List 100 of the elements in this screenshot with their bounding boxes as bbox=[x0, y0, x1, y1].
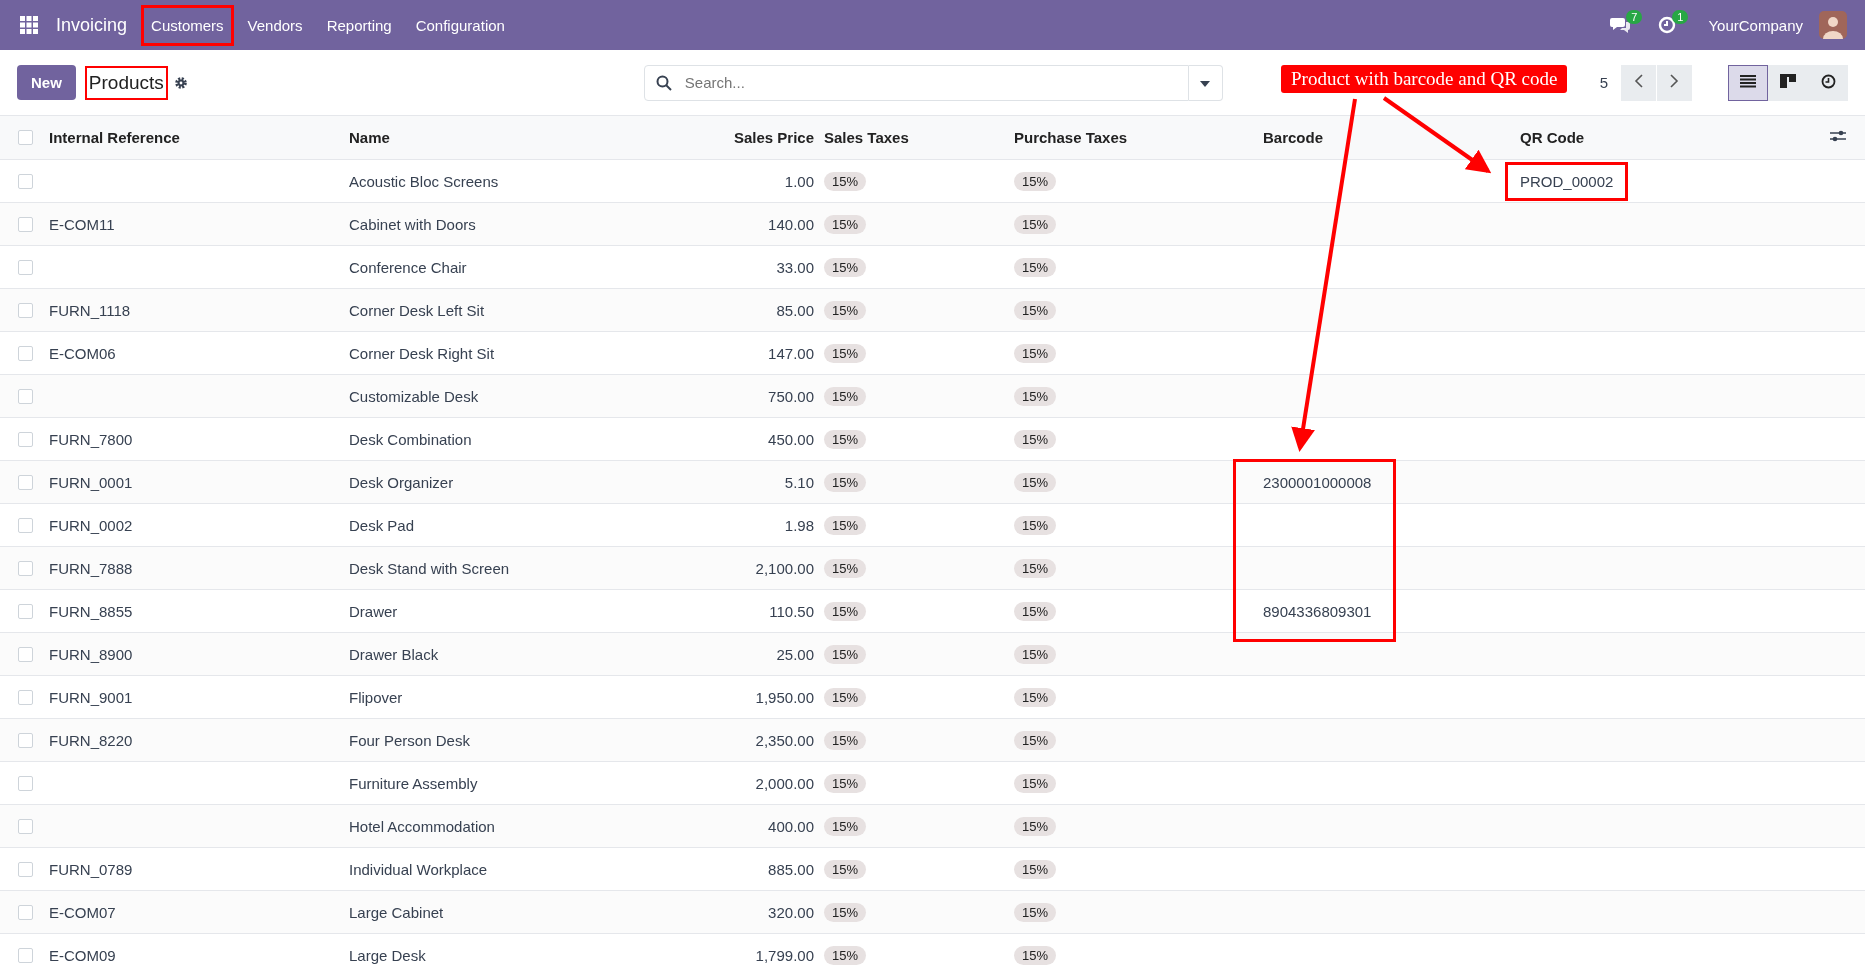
table-cell: 320.00 bbox=[768, 903, 814, 921]
tax-tag: 15% bbox=[1014, 945, 1057, 965]
column-header[interactable]: Barcode bbox=[1263, 129, 1324, 146]
row-checkbox[interactable] bbox=[18, 732, 33, 748]
row-checkbox[interactable] bbox=[18, 818, 33, 834]
table-cell: FURN_7888 bbox=[49, 559, 133, 577]
tax-tag: 15% bbox=[1014, 171, 1057, 191]
row-checkbox[interactable] bbox=[18, 431, 33, 447]
tax-tag: 15% bbox=[1014, 386, 1057, 406]
column-header[interactable]: Purchase Taxes bbox=[1014, 129, 1128, 146]
table-cell: 1.98 bbox=[784, 516, 814, 534]
row-checkbox[interactable] bbox=[18, 259, 33, 275]
kanban-icon bbox=[1780, 74, 1796, 88]
tax-tag: 15% bbox=[1014, 257, 1057, 277]
menu-item[interactable]: Reporting bbox=[316, 4, 402, 46]
table-cell: 2,350.00 bbox=[755, 731, 814, 749]
activities-button[interactable]: 1 bbox=[1646, 10, 1689, 40]
activities-count-badge: 1 bbox=[1672, 10, 1689, 24]
column-header[interactable]: QR Code bbox=[1520, 129, 1585, 146]
row-checkbox[interactable] bbox=[18, 560, 33, 576]
table-cell: Four Person Desk bbox=[349, 731, 470, 749]
tax-tag: 15% bbox=[1014, 300, 1057, 320]
previous-page-button[interactable] bbox=[1621, 64, 1656, 101]
chat-icon bbox=[1610, 16, 1631, 34]
row-checkbox[interactable] bbox=[18, 302, 33, 318]
row-checkbox[interactable] bbox=[18, 689, 33, 705]
table-cell: 2,100.00 bbox=[755, 559, 814, 577]
tax-tag: 15% bbox=[1014, 558, 1057, 578]
table-cell: Large Desk bbox=[349, 946, 426, 964]
avatar-icon[interactable] bbox=[1819, 11, 1847, 39]
row-checkbox[interactable] bbox=[18, 775, 33, 791]
list-view-button[interactable] bbox=[1728, 64, 1768, 101]
menu-item[interactable]: Vendors bbox=[237, 4, 313, 46]
company-name[interactable]: YourCompany bbox=[1708, 16, 1803, 34]
tax-tag: 15% bbox=[824, 558, 867, 578]
row-checkbox[interactable] bbox=[18, 646, 33, 662]
gear-icon[interactable] bbox=[173, 75, 188, 90]
tax-tag: 15% bbox=[824, 816, 867, 836]
next-page-button[interactable] bbox=[1657, 64, 1692, 101]
tax-tag: 15% bbox=[824, 386, 867, 406]
table-cell: 85.00 bbox=[776, 301, 814, 319]
tax-tag: 15% bbox=[824, 472, 867, 492]
chevron-right-icon bbox=[1670, 74, 1679, 88]
table-cell: PROD_00002 bbox=[1520, 172, 1614, 190]
apps-grid-icon[interactable] bbox=[20, 16, 38, 34]
row-checkbox[interactable] bbox=[18, 904, 33, 920]
messages-count-badge: 7 bbox=[1626, 10, 1643, 24]
column-header[interactable]: Sales Taxes bbox=[824, 129, 909, 146]
tax-tag: 15% bbox=[824, 945, 867, 965]
row-checkbox[interactable] bbox=[18, 216, 33, 232]
sliders-icon[interactable] bbox=[1830, 129, 1846, 143]
column-header[interactable]: Internal Reference bbox=[49, 129, 180, 146]
tax-tag: 15% bbox=[824, 730, 867, 750]
messages-button[interactable]: 7 bbox=[1598, 10, 1643, 40]
row-checkbox[interactable] bbox=[18, 947, 33, 963]
table-cell: 2300001000008 bbox=[1263, 473, 1372, 491]
table-cell: Desk Combination bbox=[349, 430, 472, 448]
select-all-checkbox[interactable] bbox=[18, 130, 33, 145]
table-cell: 147.00 bbox=[768, 344, 814, 362]
tax-tag: 15% bbox=[1014, 902, 1057, 922]
search-options-button[interactable] bbox=[1188, 64, 1223, 101]
tax-tag: 15% bbox=[824, 902, 867, 922]
row-checkbox[interactable] bbox=[18, 345, 33, 361]
kanban-view-button[interactable] bbox=[1768, 64, 1808, 101]
row-checkbox[interactable] bbox=[18, 603, 33, 619]
table-cell: 885.00 bbox=[768, 860, 814, 878]
clock-icon bbox=[1820, 73, 1836, 89]
tax-tag: 15% bbox=[1014, 429, 1057, 449]
row-checkbox[interactable] bbox=[18, 861, 33, 877]
new-button[interactable]: New bbox=[17, 65, 76, 100]
clock-icon bbox=[1658, 16, 1677, 34]
tax-tag: 15% bbox=[1014, 472, 1057, 492]
tax-tag: 15% bbox=[824, 515, 867, 535]
table-cell: Drawer Black bbox=[349, 645, 439, 663]
table-cell: Furniture Assembly bbox=[349, 774, 478, 792]
menu-item[interactable]: Customers bbox=[141, 4, 234, 46]
table-cell: Corner Desk Right Sit bbox=[349, 344, 495, 362]
row-checkbox[interactable] bbox=[18, 517, 33, 533]
table-cell: Desk Pad bbox=[349, 516, 415, 534]
menu-item[interactable]: Configuration bbox=[405, 4, 515, 46]
column-header[interactable]: Name bbox=[349, 129, 390, 146]
row-checkbox[interactable] bbox=[18, 474, 33, 490]
column-header[interactable]: Sales Price bbox=[733, 129, 814, 146]
breadcrumb-title: Products bbox=[86, 67, 166, 98]
app-name[interactable]: Invoicing bbox=[56, 14, 128, 36]
tax-tag: 15% bbox=[1014, 773, 1057, 793]
table-cell: FURN_0789 bbox=[49, 860, 133, 878]
row-checkbox[interactable] bbox=[18, 388, 33, 404]
row-checkbox[interactable] bbox=[18, 173, 33, 189]
table-cell: Individual Workplace bbox=[349, 860, 488, 878]
table-cell: Desk Organizer bbox=[349, 473, 454, 491]
tax-tag: 15% bbox=[824, 343, 867, 363]
caret-icon bbox=[1200, 81, 1211, 87]
table-cell: E-COM09 bbox=[49, 946, 116, 964]
search-icon bbox=[655, 74, 672, 91]
search-field[interactable]: Search... bbox=[643, 64, 1189, 101]
table-cell: FURN_0001 bbox=[49, 473, 133, 491]
activity-view-button[interactable] bbox=[1808, 64, 1848, 101]
table-cell: FURN_7800 bbox=[49, 430, 133, 448]
table-cell: E-COM06 bbox=[49, 344, 116, 362]
